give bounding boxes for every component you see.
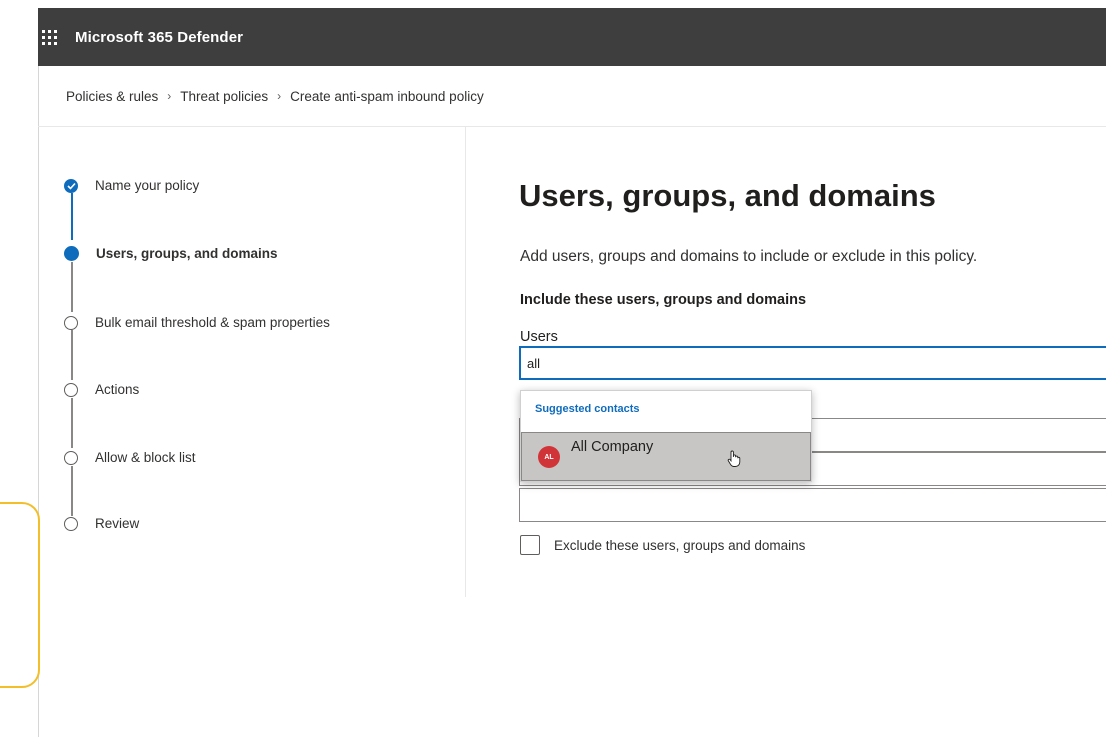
hand-cursor-icon xyxy=(727,450,741,467)
pending-step-indicator xyxy=(64,450,78,465)
step-connector xyxy=(71,398,73,448)
breadcrumb-threat-policies[interactable]: Threat policies xyxy=(180,89,268,104)
step-connector xyxy=(71,330,73,380)
step-name-your-policy[interactable]: Name your policy xyxy=(64,178,199,193)
app-title[interactable]: Microsoft 365 Defender xyxy=(75,29,243,46)
step-label: Users, groups, and domains xyxy=(96,246,278,261)
page-title: Users, groups, and domains xyxy=(519,178,936,213)
chevron-right-icon: › xyxy=(167,89,172,103)
step-label: Actions xyxy=(95,382,140,397)
pending-step-indicator xyxy=(64,516,78,531)
page-description: Add users, groups and domains to include… xyxy=(520,248,978,265)
step-label: Allow & block list xyxy=(95,450,196,465)
step-label: Bulk email threshold & spam properties xyxy=(95,315,330,330)
breadcrumb-policies-rules[interactable]: Policies & rules xyxy=(66,89,158,104)
suggestion-name: All Company xyxy=(571,439,654,455)
step-actions[interactable]: Actions xyxy=(64,382,139,397)
exclude-checkbox-label: Exclude these users, groups and domains xyxy=(554,537,806,553)
include-section-heading: Include these users, groups and domains xyxy=(520,292,807,308)
step-bulk-email-threshold[interactable]: Bulk email threshold & spam properties xyxy=(64,315,330,330)
step-label: Review xyxy=(95,516,140,531)
step-label: Name your policy xyxy=(95,178,200,193)
suggestion-item[interactable]: AL All Company xyxy=(521,432,811,481)
pending-step-indicator xyxy=(64,382,78,397)
step-connector xyxy=(71,466,73,516)
step-allow-block-list[interactable]: Allow & block list xyxy=(64,450,196,465)
top-bar: Microsoft 365 Defender xyxy=(38,8,1106,66)
avatar: AL xyxy=(538,446,560,468)
users-input[interactable]: all xyxy=(519,346,1106,380)
exclude-checkbox[interactable] xyxy=(520,535,540,555)
checkmark-icon xyxy=(64,178,78,193)
step-connector xyxy=(71,262,73,312)
step-connector xyxy=(71,193,73,240)
users-field-label: Users xyxy=(520,329,558,345)
chevron-right-icon: › xyxy=(277,89,282,103)
suggested-contacts-dropdown: Suggested contacts AL All Company xyxy=(520,390,812,482)
users-input-value: all xyxy=(527,355,541,371)
step-users-groups-domains[interactable]: Users, groups, and domains xyxy=(64,246,278,261)
domains-input[interactable] xyxy=(519,488,1106,522)
highlight-outline xyxy=(0,502,40,688)
breadcrumb-current-page: Create anti-spam inbound policy xyxy=(290,88,484,104)
waffle-icon[interactable] xyxy=(41,29,57,45)
suggested-contacts-heading: Suggested contacts xyxy=(535,403,640,415)
breadcrumb-bar: Policies & rules › Threat policies › Cre… xyxy=(38,66,1106,127)
breadcrumb: Policies & rules › Threat policies › Cre… xyxy=(66,89,484,104)
pending-step-indicator xyxy=(64,315,78,330)
step-review[interactable]: Review xyxy=(64,516,139,531)
exclude-checkbox-row[interactable]: Exclude these users, groups and domains xyxy=(520,535,805,555)
current-step-indicator xyxy=(64,246,79,261)
